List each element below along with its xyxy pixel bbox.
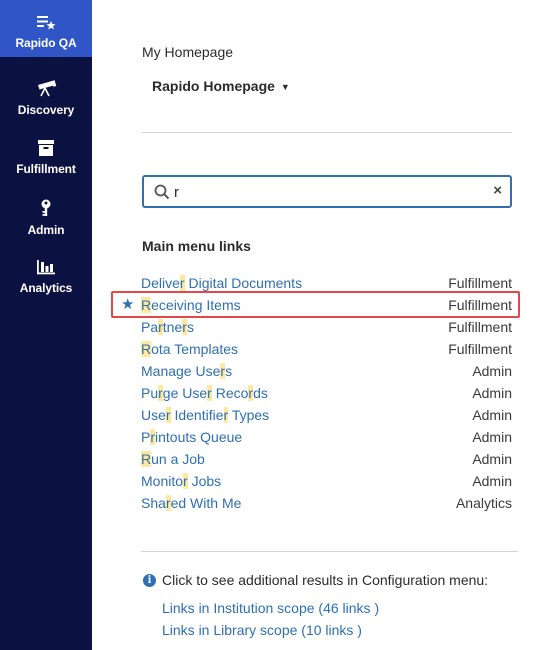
info-icon: i	[143, 574, 156, 587]
match-highlight: R	[141, 451, 152, 467]
divider	[141, 551, 518, 552]
link-text: s	[186, 319, 194, 335]
nav-item-discovery[interactable]: Discovery	[0, 80, 92, 117]
link-text: Delive	[141, 275, 180, 291]
link-text: Use	[141, 407, 166, 423]
link-text: Reco	[211, 385, 249, 401]
link-text: Jobs	[187, 473, 222, 489]
menu-link-row[interactable]: Purge User Records Admin	[141, 382, 512, 404]
menu-link[interactable]: Manage Users	[141, 363, 232, 379]
menu-link[interactable]: User Identifier Types	[141, 407, 269, 423]
nav-item-label: Admin	[27, 223, 65, 237]
menu-link-category: Fulfillment	[448, 319, 512, 335]
main-nav-sidebar: Rapido QA Discovery Fulfillment Admin An…	[0, 0, 92, 650]
link-institution-scope[interactable]: Links in Institution scope (46 links )	[162, 600, 379, 616]
menu-link[interactable]: Run a Job	[141, 451, 205, 467]
menu-link-category: Analytics	[455, 495, 512, 511]
main-menu-links-title: Main menu links	[142, 238, 251, 254]
menu-link-row[interactable]: Monitor Jobs Admin	[141, 470, 512, 492]
link-text: ge Use	[162, 385, 208, 401]
config-results-text: Click to see additional results in Confi…	[162, 572, 489, 588]
homepage-dropdown-value: Rapido Homepage	[152, 78, 275, 94]
link-text: Monito	[141, 473, 184, 489]
link-text: intouts Queue	[155, 429, 243, 445]
link-text: P	[141, 429, 151, 445]
menu-link-category: Admin	[472, 451, 512, 467]
menu-link[interactable]: Printouts Queue	[141, 429, 242, 445]
link-text: Sha	[141, 495, 166, 511]
search-input[interactable]	[174, 182, 474, 202]
link-text: Types	[228, 407, 270, 423]
menu-link-row[interactable]: Manage Users Admin	[141, 360, 512, 382]
homepage-dropdown[interactable]: Rapido Homepage ▼	[152, 78, 290, 94]
match-highlight: R	[141, 341, 152, 357]
selected-row-frame	[111, 291, 520, 318]
link-text: Manage Use	[141, 363, 221, 379]
menu-link-row[interactable]: User Identifier Types Admin	[141, 404, 512, 426]
my-homepage-label: My Homepage	[142, 44, 234, 60]
nav-item-analytics[interactable]: Analytics	[0, 258, 92, 295]
nav-item-rapido-qa[interactable]: Rapido QA	[0, 0, 92, 57]
link-text: ds	[253, 385, 268, 401]
divider	[142, 132, 512, 133]
nav-item-label: Discovery	[17, 103, 75, 117]
archive-box-icon	[38, 140, 54, 156]
menu-link[interactable]: Partners	[141, 319, 194, 335]
nav-item-admin[interactable]: Admin	[0, 196, 92, 237]
clear-search-icon[interactable]: ×	[493, 182, 502, 199]
menu-link[interactable]: Purge User Records	[141, 385, 268, 401]
menu-link-row[interactable]: Run a Job Admin	[141, 448, 512, 470]
link-text: s	[225, 363, 233, 379]
menu-search-box[interactable]: ×	[142, 175, 512, 208]
menu-link-category: Admin	[472, 385, 512, 401]
menu-link-category: Fulfillment	[448, 275, 512, 291]
nav-item-label: Analytics	[19, 281, 73, 295]
menu-link-category: Admin	[472, 407, 512, 423]
link-text: Pu	[141, 385, 159, 401]
nav-item-fulfillment[interactable]: Fulfillment	[0, 139, 92, 176]
list-star-icon	[37, 16, 56, 30]
key-icon	[41, 199, 51, 216]
menu-link-row[interactable]: Rota Templates Fulfillment	[141, 338, 512, 360]
link-text: Digital Documents	[184, 275, 303, 291]
menu-link-category: Fulfillment	[448, 341, 512, 357]
search-icon	[154, 184, 170, 200]
menu-link[interactable]: Shared With Me	[141, 495, 241, 511]
menu-link-category: Admin	[472, 429, 512, 445]
nav-item-label: Rapido QA	[15, 36, 77, 50]
telescope-icon	[38, 80, 57, 97]
link-text: tne	[162, 319, 183, 335]
bar-chart-icon	[37, 260, 55, 275]
menu-link[interactable]: Monitor Jobs	[141, 473, 221, 489]
menu-link[interactable]: Deliver Digital Documents	[141, 275, 302, 291]
link-library-scope[interactable]: Links in Library scope (10 links )	[162, 622, 362, 638]
menu-link-category: Admin	[472, 473, 512, 489]
menu-link[interactable]: Rota Templates	[141, 341, 238, 357]
link-text: ota Templates	[151, 341, 239, 357]
nav-item-label: Fulfillment	[16, 162, 76, 176]
menu-link-row[interactable]: Shared With Me Analytics	[141, 492, 512, 514]
link-text: Pa	[141, 319, 159, 335]
link-text: un a Job	[151, 451, 205, 467]
homepage-settings-panel: My Homepage Rapido Homepage ▼ × Main menu…	[92, 0, 560, 650]
link-text: Identifie	[170, 407, 224, 423]
chevron-down-icon: ▼	[280, 82, 290, 92]
menu-link-row[interactable]: Partners Fulfillment	[141, 316, 512, 338]
link-text: ed With Me	[170, 495, 242, 511]
menu-link-category: Admin	[472, 363, 512, 379]
menu-link-row[interactable]: Printouts Queue Admin	[141, 426, 512, 448]
